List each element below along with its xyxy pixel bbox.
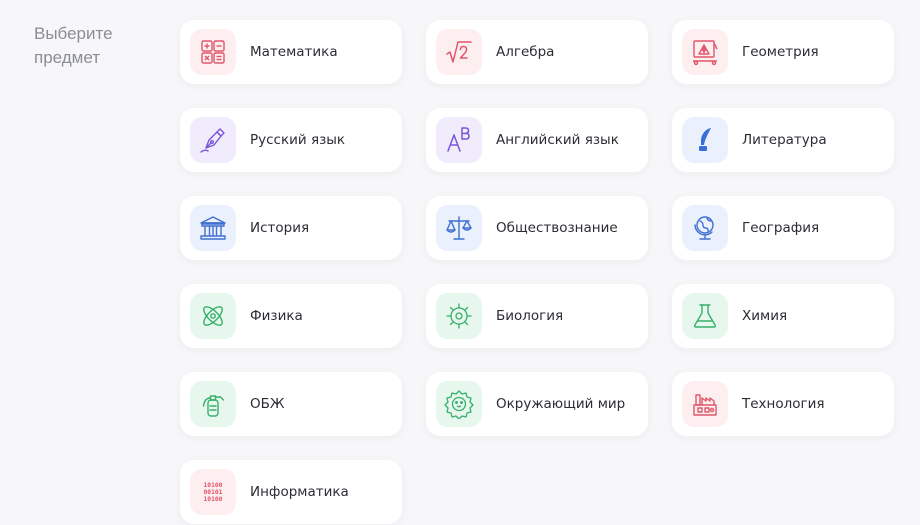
subject-card-social-studies[interactable]: Обществознание xyxy=(426,196,648,260)
subject-card-physics[interactable]: Физика xyxy=(180,284,402,348)
subject-card-russian[interactable]: Русский язык xyxy=(180,108,402,172)
subject-label: Русский язык xyxy=(250,132,346,148)
subject-label: Математика xyxy=(250,44,338,60)
subject-label: Технология xyxy=(742,396,825,412)
subject-card-chemistry[interactable]: Химия xyxy=(672,284,894,348)
select-subject-label-line2: предмет xyxy=(34,48,101,67)
subject-card-safety[interactable]: ОБЖ xyxy=(180,372,402,436)
subject-label: Химия xyxy=(742,308,788,324)
subject-card-history[interactable]: История xyxy=(180,196,402,260)
binary-line-2: 00101 xyxy=(204,489,223,496)
binary-line-1: 10100 xyxy=(204,482,223,489)
subject-card-math[interactable]: Математика xyxy=(180,20,402,84)
select-subject-label: Выберите предмет xyxy=(34,22,164,70)
subject-label: Физика xyxy=(250,308,303,324)
subject-label: Окружающий мир xyxy=(496,396,626,412)
letters-ab-icon xyxy=(436,117,482,163)
subject-card-technology[interactable]: Технология xyxy=(672,372,894,436)
scales-icon xyxy=(436,205,482,251)
atom-icon xyxy=(190,293,236,339)
subject-card-algebra[interactable]: Алгебра xyxy=(426,20,648,84)
lion-icon xyxy=(436,381,482,427)
museum-icon xyxy=(190,205,236,251)
factory-icon xyxy=(682,381,728,427)
quill-icon xyxy=(682,117,728,163)
subject-label: Алгебра xyxy=(496,44,555,60)
subject-label: История xyxy=(250,220,310,236)
flask-icon xyxy=(682,293,728,339)
subject-label: Литература xyxy=(742,132,827,148)
subject-label: ОБЖ xyxy=(250,396,285,412)
drafting-board-icon xyxy=(682,29,728,75)
select-subject-label-line1: Выберите xyxy=(34,24,113,43)
square-root-icon xyxy=(436,29,482,75)
subject-card-biology[interactable]: Биология xyxy=(426,284,648,348)
subject-card-geometry[interactable]: Геометрия xyxy=(672,20,894,84)
subject-label: Информатика xyxy=(250,484,349,500)
subject-label: Биология xyxy=(496,308,564,324)
subject-grid: Математика Алгебра Геометрия Русский язы… xyxy=(180,20,894,524)
subject-label: Английский язык xyxy=(496,132,619,148)
subject-card-english[interactable]: Английский язык xyxy=(426,108,648,172)
fountain-pen-icon xyxy=(190,117,236,163)
subject-label: Геометрия xyxy=(742,44,819,60)
subject-card-literature[interactable]: Литература xyxy=(672,108,894,172)
subject-card-informatics[interactable]: 10100 00101 10100 Информатика xyxy=(180,460,402,524)
subject-card-geography[interactable]: География xyxy=(672,196,894,260)
subject-label: Обществознание xyxy=(496,220,618,236)
binary-line-3: 10100 xyxy=(204,496,223,503)
binary-icon: 10100 00101 10100 xyxy=(190,469,236,515)
globe-icon xyxy=(682,205,728,251)
subject-label: География xyxy=(742,220,820,236)
cell-icon xyxy=(436,293,482,339)
subject-card-world-around[interactable]: Окружающий мир xyxy=(426,372,648,436)
fire-extinguisher-icon xyxy=(190,381,236,427)
math-grid-icon xyxy=(190,29,236,75)
